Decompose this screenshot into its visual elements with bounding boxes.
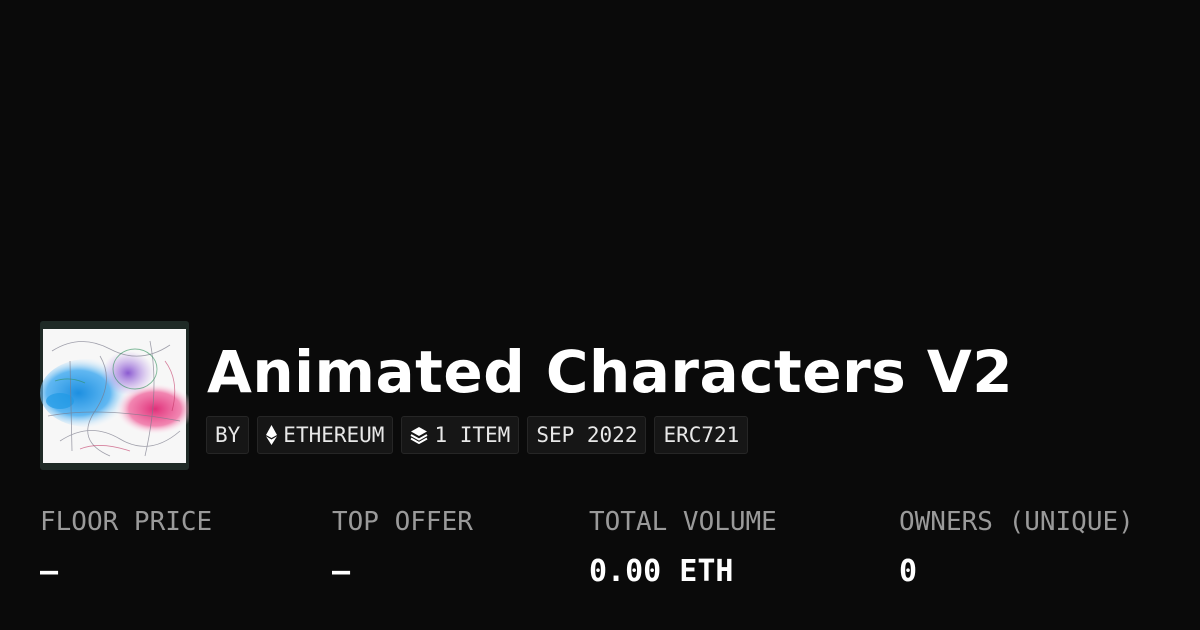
- created-date-badge: SEP 2022: [527, 416, 647, 454]
- top-offer-stat: TOP OFFER –: [332, 504, 473, 590]
- created-date-label: SEP 2022: [536, 423, 638, 447]
- owners-value: 0: [899, 554, 918, 589]
- creator-badge-label: BY: [215, 423, 241, 447]
- chain-badge[interactable]: ETHEREUM: [257, 416, 394, 454]
- item-count-label: 1 ITEM: [434, 423, 511, 447]
- creator-badge[interactable]: BY: [206, 416, 250, 454]
- top-offer-value: –: [332, 554, 351, 589]
- collection-thumbnail: [40, 321, 189, 470]
- total-volume-label: TOTAL VOLUME: [589, 507, 777, 537]
- top-offer-label: TOP OFFER: [332, 507, 473, 537]
- floor-price-label: FLOOR PRICE: [40, 507, 213, 537]
- owners-label: OWNERS (UNIQUE): [899, 507, 1134, 537]
- floor-price-stat: FLOOR PRICE –: [40, 504, 212, 590]
- layers-icon: [410, 427, 428, 444]
- collection-badges: BY ETHEREUM 1 ITEM SEP 2022 ERC721: [206, 416, 749, 454]
- total-volume-stat: TOTAL VOLUME 0.00 ETH: [589, 504, 777, 590]
- total-volume-value: 0.00 ETH: [589, 554, 734, 589]
- chain-badge-label: ETHEREUM: [283, 423, 385, 447]
- token-standard-badge: ERC721: [654, 416, 749, 454]
- owners-stat: OWNERS (UNIQUE) 0: [899, 504, 1134, 590]
- token-standard-label: ERC721: [663, 423, 740, 447]
- floor-price-value: –: [40, 554, 59, 589]
- item-count-badge[interactable]: 1 ITEM: [401, 416, 520, 454]
- collection-title: Animated Characters V2: [207, 338, 1014, 406]
- ethereum-icon: [266, 425, 278, 445]
- collection-artwork-image: [40, 329, 189, 463]
